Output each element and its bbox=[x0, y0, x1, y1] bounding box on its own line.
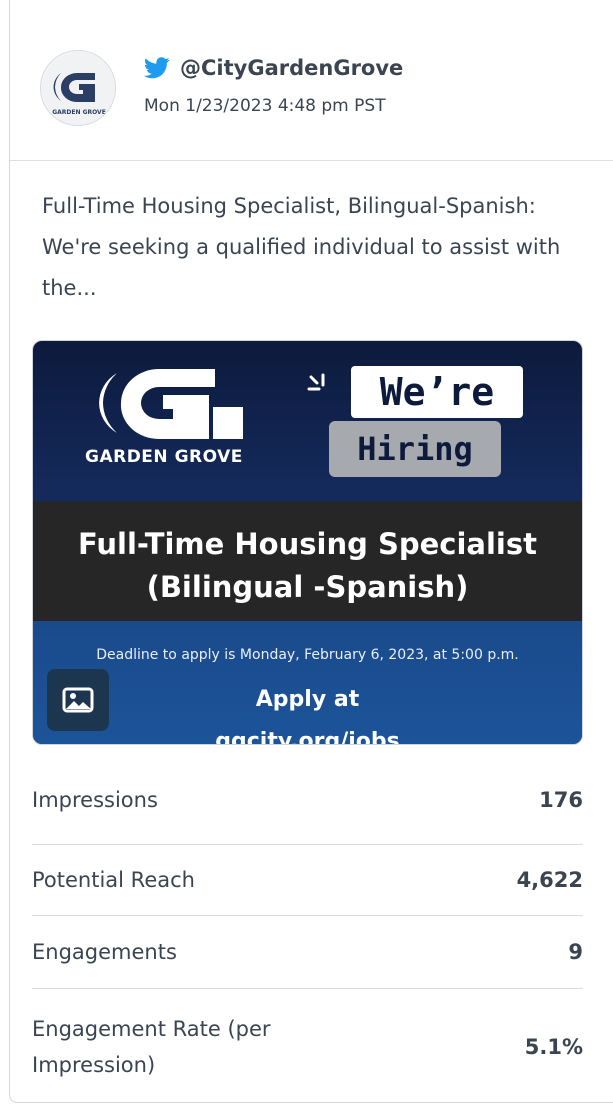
stat-value: 9 bbox=[568, 940, 583, 964]
post-text: Full-Time Housing Specialist, Bilingual-… bbox=[42, 194, 561, 300]
stat-value: 4,622 bbox=[516, 868, 583, 892]
hiring-badge-top: We’re bbox=[351, 366, 523, 418]
avatar[interactable]: GARDEN GROVE bbox=[40, 50, 116, 126]
twitter-bird-icon bbox=[144, 57, 170, 79]
stat-label: Engagement Rate (per Impression) bbox=[32, 1017, 271, 1077]
post-handle[interactable]: @CityGardenGrove bbox=[180, 56, 403, 80]
image-icon[interactable] bbox=[47, 669, 109, 731]
post-media-image[interactable]: Garden Grove We’re Hiring Full-Time Hous… bbox=[32, 340, 583, 745]
media-job-title: Full-Time Housing Specialist (Bilingual … bbox=[33, 523, 582, 609]
post-stats: Impressions 176 Potential Reach 4,622 En… bbox=[32, 756, 583, 1105]
job-title-line-2: (Bilingual -Spanish) bbox=[146, 570, 469, 604]
stat-row-potential-reach: Potential Reach 4,622 bbox=[32, 845, 583, 916]
media-apply-label: Apply at bbox=[255, 687, 360, 712]
image-glyph bbox=[62, 687, 94, 713]
stat-value: 5.1% bbox=[524, 1035, 583, 1059]
media-apply-url: ggcity.org/jobs bbox=[215, 729, 400, 745]
job-title-line-1: Full-Time Housing Specialist bbox=[78, 527, 537, 561]
media-deadline: Deadline to apply is Monday, February 6,… bbox=[96, 647, 519, 663]
svg-text:GARDEN GROVE: GARDEN GROVE bbox=[52, 109, 106, 116]
stat-row-engagements: Engagements 9 bbox=[32, 916, 583, 989]
stat-row-engagement-rate: Engagement Rate (per Impression) 5.1% bbox=[32, 989, 583, 1105]
stat-value: 176 bbox=[539, 788, 583, 812]
post-timestamp: Mon 1/23/2023 4:48 pm PST bbox=[144, 96, 386, 116]
stat-label: Potential Reach bbox=[32, 868, 195, 892]
media-brand-name: Garden Grove bbox=[85, 447, 243, 467]
stat-row-impressions: Impressions 176 bbox=[32, 756, 583, 845]
hiring-badge-bottom: Hiring bbox=[329, 421, 501, 477]
sparkle-lines-icon bbox=[307, 373, 325, 391]
garden-grove-logo-icon bbox=[99, 369, 243, 440]
stat-label: Engagements bbox=[32, 940, 177, 964]
stat-label: Impressions bbox=[32, 788, 158, 812]
lower-band bbox=[33, 621, 582, 744]
handle-row: @CityGardenGrove bbox=[144, 56, 403, 80]
post-header: GARDEN GROVE @CityGardenGrove Mon 1/23/2… bbox=[10, 12, 613, 161]
garden-grove-logo-icon: GARDEN GROVE bbox=[42, 52, 115, 125]
